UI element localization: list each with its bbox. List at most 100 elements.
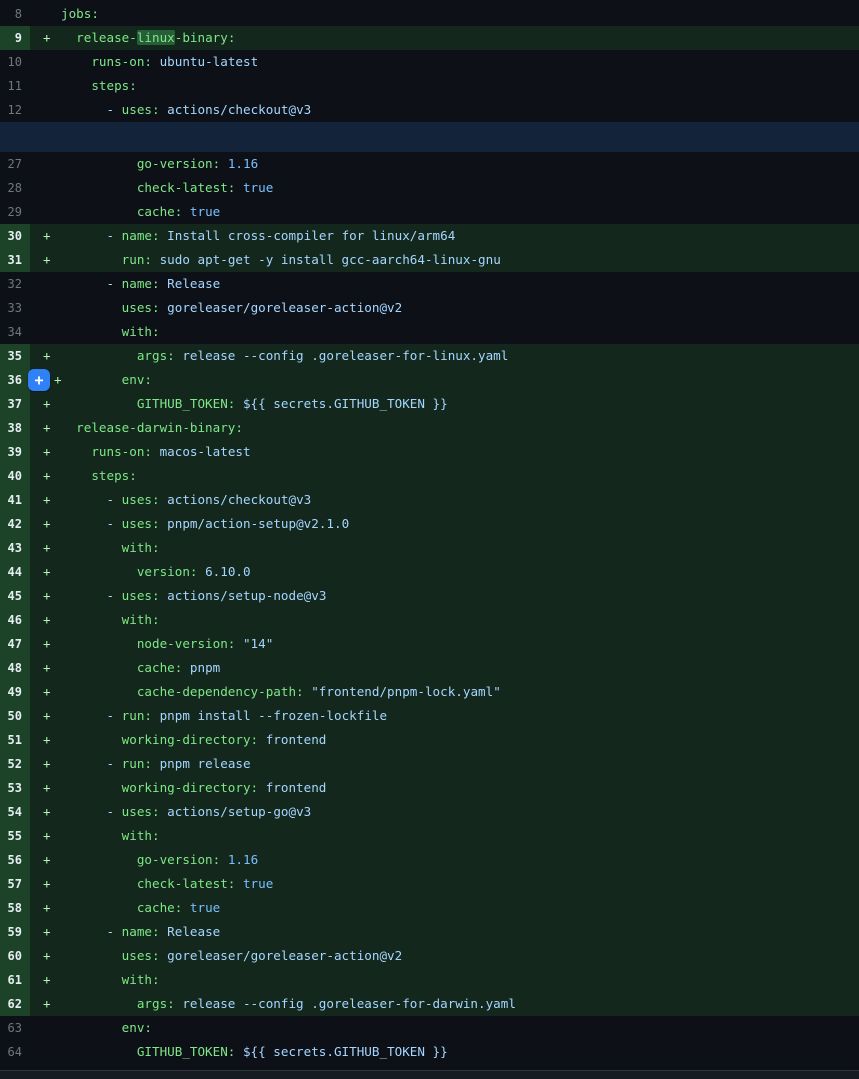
diff-marker: + xyxy=(30,776,61,800)
code-token: cache: xyxy=(61,204,182,219)
line-number[interactable]: 34 xyxy=(0,320,30,344)
code-token: uses: xyxy=(61,300,160,315)
line-number[interactable]: 9 xyxy=(0,26,30,50)
line-number[interactable]: 35 xyxy=(0,344,30,368)
line-number[interactable]: 37 xyxy=(0,392,30,416)
code-token: 1.16 xyxy=(220,156,258,171)
line-number[interactable]: 43 xyxy=(0,536,30,560)
line-number[interactable]: 12 xyxy=(0,98,30,122)
line-number[interactable]: 41 xyxy=(0,488,30,512)
diff-row: 10 runs-on: ubuntu-latest xyxy=(0,50,859,74)
diff-table: 8jobs:9+ release-linux-binary:10 runs-on… xyxy=(0,0,859,1064)
code-line: steps: xyxy=(61,464,137,488)
line-number[interactable]: 36 xyxy=(0,368,30,392)
code-token: name: xyxy=(122,924,160,939)
line-number[interactable]: 51 xyxy=(0,728,30,752)
line-number[interactable]: 28 xyxy=(0,176,30,200)
code-token: pnpm install --frozen-lockfile xyxy=(152,708,387,723)
add-comment-button[interactable]: + xyxy=(28,369,50,391)
diff-row: 50+ - run: pnpm install --frozen-lockfil… xyxy=(0,704,859,728)
line-number[interactable]: 63 xyxy=(0,1016,30,1040)
line-number[interactable]: 49 xyxy=(0,680,30,704)
line-number[interactable]: 46 xyxy=(0,608,30,632)
diff-row: 35+ args: release --config .goreleaser-f… xyxy=(0,344,859,368)
code-line: - name: Install cross-compiler for linux… xyxy=(61,224,455,248)
line-number[interactable]: 48 xyxy=(0,656,30,680)
line-number[interactable]: 38 xyxy=(0,416,30,440)
code-token: jobs: xyxy=(61,6,99,21)
diff-row: 59+ - name: Release xyxy=(0,920,859,944)
code-token: ${{ secrets.GITHUB_TOKEN }} xyxy=(235,1044,447,1059)
line-number[interactable]: 54 xyxy=(0,800,30,824)
code-line: cache: pnpm xyxy=(61,656,220,680)
code-token: GITHUB_TOKEN: xyxy=(61,1044,235,1059)
line-number[interactable]: 44 xyxy=(0,560,30,584)
line-number[interactable]: 57 xyxy=(0,872,30,896)
code-token: pnpm/action-setup@v2.1.0 xyxy=(160,516,350,531)
line-number[interactable]: 42 xyxy=(0,512,30,536)
line-number[interactable]: 29 xyxy=(0,200,30,224)
line-number[interactable]: 31 xyxy=(0,248,30,272)
code-line: - name: Release xyxy=(61,920,220,944)
expand-hunk-row[interactable] xyxy=(0,122,859,152)
line-number[interactable]: 11 xyxy=(0,74,30,98)
line-number[interactable]: 47 xyxy=(0,632,30,656)
line-number[interactable]: 59 xyxy=(0,920,30,944)
line-number[interactable]: 53 xyxy=(0,776,30,800)
line-number[interactable]: 33 xyxy=(0,296,30,320)
diff-marker xyxy=(30,272,61,296)
code-line: run: sudo apt-get -y install gcc-aarch64… xyxy=(61,248,501,272)
diff-marker: + xyxy=(30,536,61,560)
line-number[interactable]: 61 xyxy=(0,968,30,992)
code-token: 6.10.0 xyxy=(197,564,250,579)
line-number[interactable]: 52 xyxy=(0,752,30,776)
code-token: with: xyxy=(61,612,160,627)
diff-marker: + xyxy=(30,488,61,512)
line-number[interactable]: 55 xyxy=(0,824,30,848)
diff-marker: + xyxy=(30,584,61,608)
diff-marker xyxy=(30,50,61,74)
line-number[interactable]: 10 xyxy=(0,50,30,74)
line-number[interactable]: 39 xyxy=(0,440,30,464)
code-token: ${{ secrets.GITHUB_TOKEN }} xyxy=(235,396,447,411)
diff-row: 51+ working-directory: frontend xyxy=(0,728,859,752)
line-number[interactable]: 62 xyxy=(0,992,30,1016)
diff-row: 37+ GITHUB_TOKEN: ${{ secrets.GITHUB_TOK… xyxy=(0,392,859,416)
diff-row: 34 with: xyxy=(0,320,859,344)
line-number[interactable]: 56 xyxy=(0,848,30,872)
line-number[interactable]: 32 xyxy=(0,272,30,296)
diff-row: 64 GITHUB_TOKEN: ${{ secrets.GITHUB_TOKE… xyxy=(0,1040,859,1064)
diff-marker xyxy=(30,98,61,122)
code-token: check-latest: xyxy=(61,180,235,195)
line-number[interactable]: 58 xyxy=(0,896,30,920)
diff-marker: + xyxy=(30,560,61,584)
diff-row: 56+ go-version: 1.16 xyxy=(0,848,859,872)
line-number[interactable]: 50 xyxy=(0,704,30,728)
diff-marker: + xyxy=(30,704,61,728)
line-number[interactable]: 8 xyxy=(0,2,30,26)
code-token: -binary: xyxy=(175,30,236,45)
diff-row: 49+ cache-dependency-path: "frontend/pnp… xyxy=(0,680,859,704)
code-line: - run: pnpm release xyxy=(61,752,251,776)
line-number[interactable]: 64 xyxy=(0,1040,30,1064)
code-line: uses: goreleaser/goreleaser-action@v2 xyxy=(61,296,402,320)
diff-row: 47+ node-version: "14" xyxy=(0,632,859,656)
diff-row: 43+ with: xyxy=(0,536,859,560)
diff-row: 44+ version: 6.10.0 xyxy=(0,560,859,584)
line-number[interactable]: 30 xyxy=(0,224,30,248)
code-line: release-darwin-binary: xyxy=(61,416,243,440)
code-token: macos-latest xyxy=(152,444,251,459)
line-number[interactable]: 40 xyxy=(0,464,30,488)
diff-row: 33 uses: goreleaser/goreleaser-action@v2 xyxy=(0,296,859,320)
line-number[interactable]: 27 xyxy=(0,152,30,176)
line-number[interactable]: 60 xyxy=(0,944,30,968)
code-token: - xyxy=(61,756,122,771)
code-line: env: xyxy=(61,368,152,392)
code-token: env: xyxy=(61,372,152,387)
code-token: working-directory: xyxy=(61,732,258,747)
code-token: ubuntu-latest xyxy=(152,54,258,69)
code-token: 1.16 xyxy=(220,852,258,867)
diff-row: 32 - name: Release xyxy=(0,272,859,296)
line-number[interactable]: 45 xyxy=(0,584,30,608)
code-token: GITHUB_TOKEN: xyxy=(61,396,235,411)
